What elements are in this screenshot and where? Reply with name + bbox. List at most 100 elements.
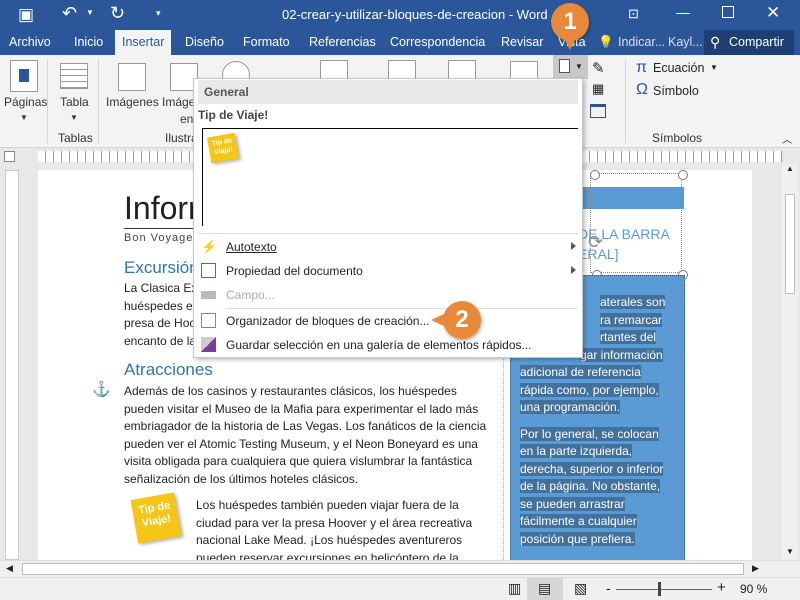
menu-item-guardar-seleccion[interactable]: Guardar selección en una galería de elem… xyxy=(194,333,582,357)
gallery-item-tip-de-viaje[interactable]: Tip de Viaje! xyxy=(202,128,578,226)
user-name[interactable]: Kayl... xyxy=(668,35,703,49)
read-mode-icon[interactable]: ▥ xyxy=(508,580,521,597)
table-button[interactable]: Tabla xyxy=(60,95,89,109)
zoom-slider[interactable] xyxy=(616,589,712,590)
travel-tip-note[interactable]: Tip de Viaje! xyxy=(130,492,182,544)
submenu-arrow-icon xyxy=(571,266,576,274)
zoom-in-button[interactable]: + xyxy=(717,579,726,596)
pages-dropdown-icon[interactable]: ▼ xyxy=(20,113,28,122)
undo-icon[interactable]: ↶ xyxy=(62,3,77,24)
print-layout-button[interactable]: ▤ xyxy=(527,578,563,600)
menu-item-label: Guardar selección en una galería de elem… xyxy=(226,338,532,352)
resize-handle[interactable] xyxy=(678,170,688,180)
date-time-icon[interactable]: ▦ xyxy=(592,81,604,97)
doc-subtitle: Bon Voyage xyxy=(124,232,194,244)
scroll-down-icon[interactable]: ▼ xyxy=(786,547,794,556)
table-dropdown-icon[interactable]: ▼ xyxy=(70,113,78,122)
submenu-arrow-icon xyxy=(571,242,576,250)
tab-formato[interactable]: Formato xyxy=(243,35,290,49)
zoom-level[interactable]: 90 % xyxy=(740,582,767,596)
share-button[interactable]: ⚲ Compartir xyxy=(704,30,794,55)
quick-parts-icon xyxy=(559,59,570,73)
signature-line-icon[interactable]: ✎ xyxy=(592,59,605,77)
horizontal-scroll-thumb[interactable] xyxy=(22,563,744,575)
symbol-icon: Ω xyxy=(636,81,648,98)
heading-atracciones: Atracciones xyxy=(124,360,213,379)
pictures-button[interactable]: Imágenes xyxy=(106,95,159,109)
menu-item-autotexto[interactable]: ⚡ Autotexto xyxy=(194,235,582,259)
customize-qat-icon[interactable]: ▾ xyxy=(156,8,161,19)
menu-item-label: Organizador de bloques de creación... xyxy=(226,314,430,328)
quick-parts-button[interactable]: ▼ xyxy=(553,55,588,79)
print-layout-icon: ▤ xyxy=(538,580,552,596)
vertical-scroll-thumb[interactable] xyxy=(785,194,795,294)
person-icon: ⚲ xyxy=(710,34,721,50)
scroll-left-icon[interactable]: ◀ xyxy=(6,563,13,574)
paragraph-atracciones: Además de los casinos y restaurantes clá… xyxy=(124,384,487,486)
paragraph-excursions-2: Los huéspedes también pueden viajar fuer… xyxy=(196,498,473,560)
symbols-group-label: Símbolos xyxy=(652,131,703,145)
zoom-slider-thumb[interactable] xyxy=(658,582,661,596)
quick-parts-menu: General Tip de Viaje! Tip de Viaje! ⚡ Au… xyxy=(193,78,583,358)
callout-1-pointer xyxy=(564,38,576,50)
lightbulb-icon: 💡 xyxy=(598,35,614,49)
equation-dropdown-icon[interactable]: ▼ xyxy=(710,63,718,72)
tab-referencias[interactable]: Referencias xyxy=(309,35,376,49)
equation-button[interactable]: Ecuación xyxy=(653,61,704,75)
gallery-section-header: General xyxy=(198,80,578,104)
tab-revisar[interactable]: Revisar xyxy=(501,35,543,49)
menu-item-organizador-bloques[interactable]: Organizador de bloques de creación... xyxy=(194,309,582,333)
close-button[interactable]: ✕ xyxy=(766,3,780,23)
ribbon-display-icon[interactable]: ⊡ xyxy=(628,6,639,22)
tables-group-label: Tablas xyxy=(58,131,93,145)
vertical-ruler[interactable] xyxy=(5,170,19,560)
tab-selector[interactable] xyxy=(4,151,15,162)
save-selection-icon xyxy=(201,337,216,352)
building-blocks-organizer-icon xyxy=(201,313,216,328)
scroll-up-icon[interactable]: ▲ xyxy=(786,164,794,173)
menu-item-label: Campo... xyxy=(226,288,275,302)
resize-handle[interactable] xyxy=(590,170,600,180)
redo-icon[interactable]: ↻ xyxy=(110,3,125,24)
scroll-right-icon[interactable]: ▶ xyxy=(752,563,759,574)
menu-item-propiedad-documento[interactable]: Propiedad del documento xyxy=(194,259,582,283)
tab-insertar[interactable]: Insertar xyxy=(115,30,172,55)
horizontal-scrollbar[interactable]: ◀ ▶ xyxy=(0,560,800,577)
tab-archivo[interactable]: Archivo xyxy=(9,35,51,49)
quick-parts-dropdown-icon: ▼ xyxy=(575,62,583,71)
doc-title: Inforr xyxy=(124,190,199,226)
tell-me-input[interactable]: Indicar... xyxy=(618,35,665,49)
equation-icon: π xyxy=(636,59,648,76)
minimize-button[interactable]: — xyxy=(676,4,690,20)
pages-button-icon[interactable] xyxy=(10,60,38,92)
step-callout-2: 2 xyxy=(443,301,481,339)
vertical-scrollbar[interactable]: ▲ ▼ xyxy=(782,164,798,560)
pictures-icon[interactable] xyxy=(118,63,146,91)
collapse-ribbon-icon[interactable]: ︿ xyxy=(782,131,792,146)
object-icon[interactable] xyxy=(590,104,606,118)
window-title: 02-crear-y-utilizar-bloques-de-creacion … xyxy=(282,7,548,22)
gallery-item-title: Tip de Viaje! xyxy=(198,108,269,122)
heading-excursion: Excursión xyxy=(124,258,199,277)
undo-dropdown-icon[interactable]: ▼ xyxy=(86,8,94,17)
symbol-button[interactable]: Símbolo xyxy=(653,84,699,98)
menu-item-label: Propiedad del documento xyxy=(226,264,363,278)
maximize-button[interactable] xyxy=(722,6,734,18)
title-bar: ▣ ↶ ▼ ↻ ▾ 02-crear-y-utilizar-bloques-de… xyxy=(0,0,800,30)
tab-correspondencia[interactable]: Correspondencia xyxy=(390,35,485,49)
anchor-icon: ⚓ xyxy=(92,381,111,398)
menu-item-campo: Campo... xyxy=(194,283,582,307)
share-label: Compartir xyxy=(729,35,784,49)
tab-inicio[interactable]: Inicio xyxy=(74,35,103,49)
table-icon[interactable] xyxy=(60,63,88,89)
field-icon xyxy=(201,291,216,299)
pages-button[interactable]: Páginas xyxy=(4,95,47,109)
tip-note-preview: Tip de Viaje! xyxy=(206,132,240,164)
tab-diseno[interactable]: Diseño xyxy=(185,35,224,49)
step-callout-1: 1 xyxy=(551,3,589,41)
save-icon[interactable]: ▣ xyxy=(18,5,34,25)
paragraph-excursion: La Clasica Exc huéspedes el presa de Hoo en… xyxy=(124,281,204,348)
selection-frame xyxy=(590,173,682,273)
web-layout-icon[interactable]: ▧ xyxy=(574,580,587,597)
zoom-out-button[interactable]: - xyxy=(606,580,611,596)
